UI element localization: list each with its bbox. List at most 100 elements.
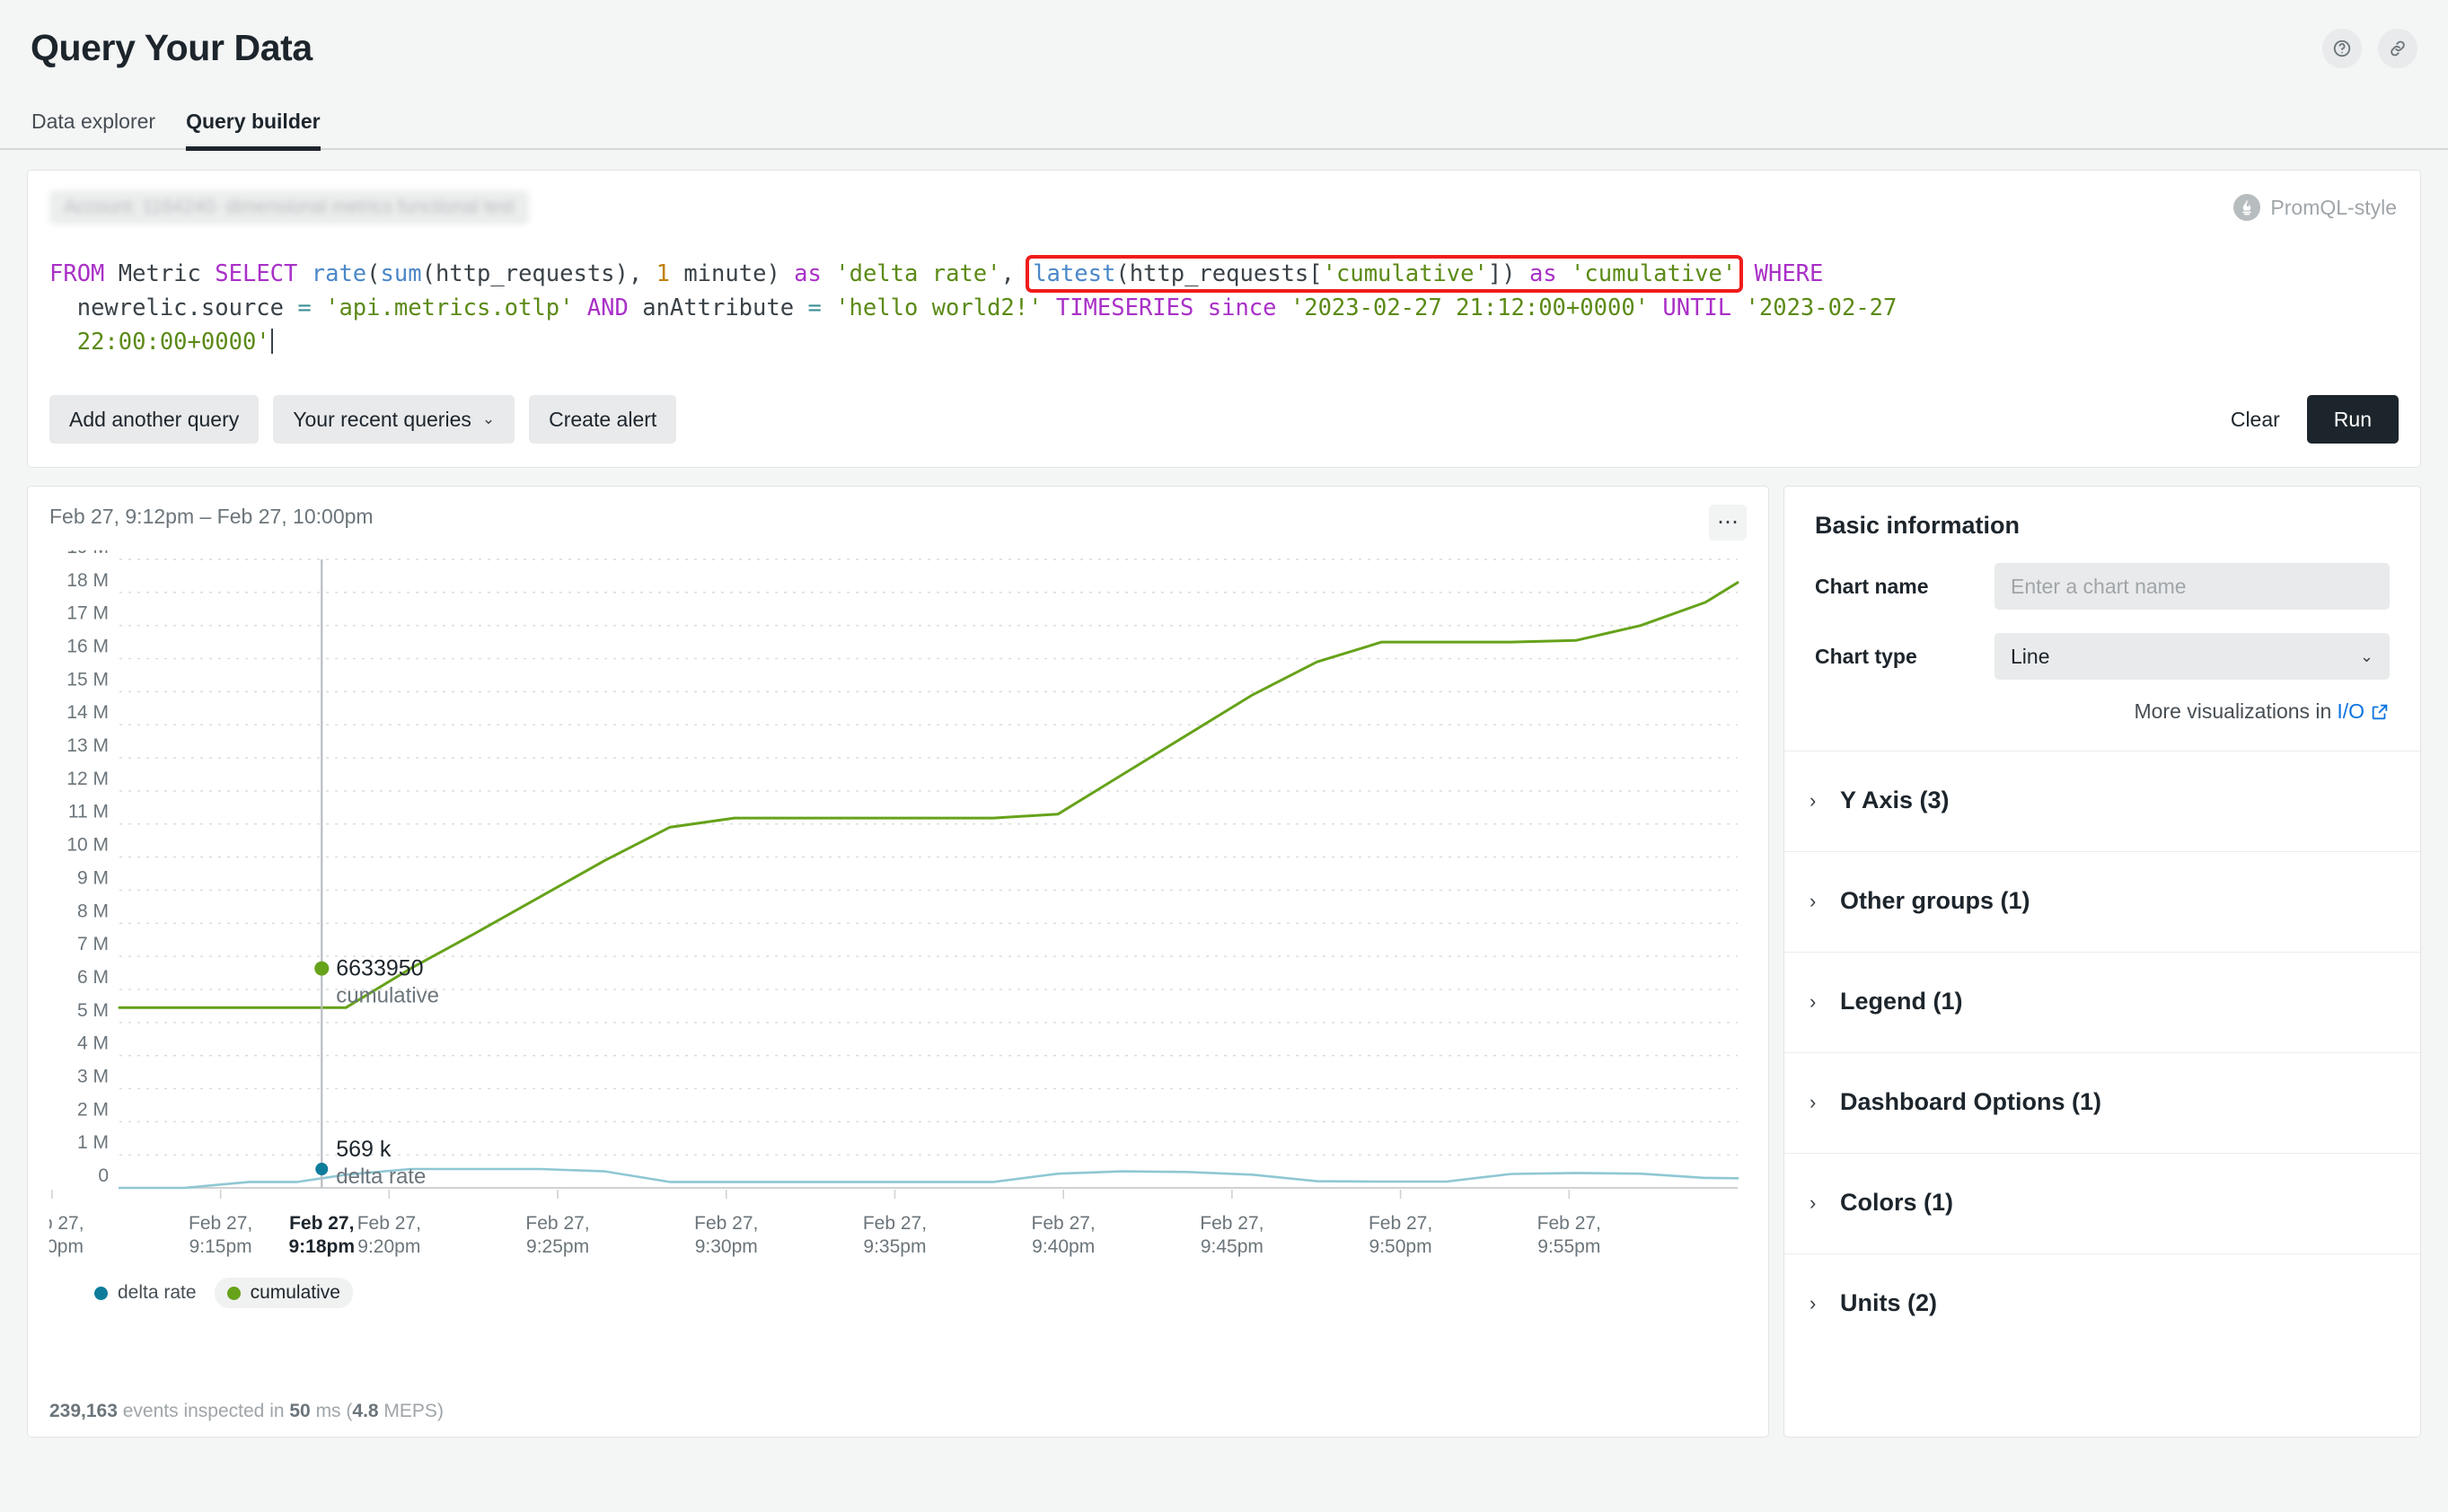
query-stats: 239,163 events inspected in 50 ms (4.8 M… <box>49 1401 444 1422</box>
chevron-right-icon: › <box>1810 1291 1817 1314</box>
recent-queries-button[interactable]: Your recent queries ⌄ <box>273 395 515 444</box>
add-another-query-button[interactable]: Add another query <box>49 395 260 444</box>
svg-text:9:10pm: 9:10pm <box>49 1236 84 1257</box>
prometheus-icon <box>2233 194 2261 221</box>
kw-and: AND <box>586 294 629 321</box>
accordion-y-axis[interactable]: › Y Axis (3) <box>1784 751 2420 851</box>
svg-text:3 M: 3 M <box>77 1066 109 1086</box>
svg-text:569 k: 569 k <box>336 1137 392 1162</box>
svg-text:14 M: 14 M <box>66 702 109 723</box>
svg-text:9:55pm: 9:55pm <box>1537 1236 1600 1257</box>
more-visualizations-row: More visualizations in I/O <box>1815 699 2390 724</box>
kw-as-1: as <box>794 260 822 287</box>
tab-query-builder[interactable]: Query builder <box>186 110 321 151</box>
nrql-query-editor[interactable]: FROM Metric SELECT rate(sum(http_request… <box>49 255 2399 359</box>
svg-text:9:25pm: 9:25pm <box>526 1236 589 1257</box>
basic-information-title: Basic information <box>1815 512 2021 539</box>
legend-label: delta rate <box>118 1282 197 1303</box>
chart-name-input[interactable] <box>1995 563 2390 610</box>
svg-text:8 M: 8 M <box>77 901 109 921</box>
recent-queries-label: Your recent queries <box>293 407 471 431</box>
accordion-label: Legend (1) <box>1840 988 1963 1015</box>
attr-anattribute: anAttribute <box>642 294 795 321</box>
account-selector[interactable]: Account: 1164240· dimensional metrics fu… <box>49 190 529 224</box>
clear-button[interactable]: Clear <box>2211 395 2300 444</box>
svg-text:9:18pm: 9:18pm <box>288 1236 355 1257</box>
chart-card: Feb 27, 9:12pm – Feb 27, 10:00pm ⋯ 0 1 M 2… <box>27 486 1769 1437</box>
tab-data-explorer[interactable]: Data explorer <box>31 110 155 151</box>
svg-text:13 M: 13 M <box>66 735 109 756</box>
value-since: '2023-02-27 21:12:00+0000' <box>1290 294 1650 321</box>
svg-text:19 M: 19 M <box>66 550 109 558</box>
chart-type-select[interactable]: Line ⌄ <box>1995 633 2390 680</box>
kw-until: UNTIL <box>1662 294 1732 321</box>
io-link[interactable]: I/O <box>2337 699 2364 724</box>
more-visualizations-text: More visualizations in <box>2134 699 2332 723</box>
accordion-legend[interactable]: › Legend (1) <box>1784 952 2420 1052</box>
kw-as-2: as <box>1528 260 1557 287</box>
svg-text:Feb 27,: Feb 27, <box>525 1213 589 1234</box>
svg-text:Feb 27,: Feb 27, <box>863 1213 927 1234</box>
alias-delta-rate: 'delta rate' <box>835 260 1001 287</box>
text-caret <box>270 329 273 354</box>
legend-item-cumulative[interactable]: cumulative <box>214 1278 353 1308</box>
svg-text:17 M: 17 M <box>66 603 109 624</box>
create-alert-label: Create alert <box>549 407 657 431</box>
svg-text:Feb 27,: Feb 27, <box>49 1213 84 1234</box>
chart-name-label: Chart name <box>1815 574 1929 598</box>
query-actions: Add another query Your recent queries ⌄ … <box>49 395 2399 444</box>
chart-plot[interactable]: 0 1 M 2 M 3 M 4 M 5 M 6 M 7 M 8 M 9 M 10 M 11 M 12 M… <box>49 550 1747 1260</box>
kw-from: FROM <box>49 260 105 287</box>
svg-text:9:35pm: 9:35pm <box>863 1236 926 1257</box>
svg-text:6 M: 6 M <box>77 967 109 988</box>
chart-svg: 0 1 M 2 M 3 M 4 M 5 M 6 M 7 M 8 M 9 M 10 M 11 M 12 M… <box>49 550 1739 1257</box>
svg-text:5 M: 5 M <box>77 1000 109 1021</box>
chart-menu-button[interactable]: ⋯ <box>1709 505 1747 541</box>
link-icon[interactable] <box>2378 29 2417 68</box>
chevron-right-icon: › <box>1810 889 1817 912</box>
page-header: Query Your Data Data explorer Query buil… <box>0 0 2448 151</box>
duration-unit: ms ( <box>310 1401 353 1421</box>
num-one: 1 <box>656 260 670 287</box>
accordion-dashboard-options[interactable]: › Dashboard Options (1) <box>1784 1052 2420 1153</box>
events-count: 239,163 <box>49 1401 118 1421</box>
chart-settings-panel: Basic information Chart name Chart type … <box>1783 486 2421 1437</box>
svg-text:4 M: 4 M <box>77 1033 109 1054</box>
kw-select: SELECT <box>215 260 298 287</box>
results-area: Feb 27, 9:12pm – Feb 27, 10:00pm ⋯ 0 1 M 2… <box>27 486 2421 1437</box>
page-title: Query Your Data <box>31 27 313 68</box>
kw-since: since <box>1207 294 1277 321</box>
metric-http-requests-2: http_requests <box>1129 260 1309 287</box>
value-api-metrics-otlp: 'api.metrics.otlp' <box>325 294 574 321</box>
highlighted-latest-expression: latest(http_requests['cumulative']) as '… <box>1026 255 1744 293</box>
accordion-units[interactable]: › Units (2) <box>1784 1253 2420 1354</box>
promql-style-label: PromQL-style <box>2270 195 2397 219</box>
accordion-other-groups[interactable]: › Other groups (1) <box>1784 851 2420 952</box>
svg-text:9:45pm: 9:45pm <box>1201 1236 1264 1257</box>
accordion-label: Other groups (1) <box>1840 887 2030 914</box>
svg-text:18 M: 18 M <box>66 570 109 591</box>
svg-text:7 M: 7 M <box>77 934 109 954</box>
chevron-right-icon: › <box>1810 788 1817 812</box>
external-link-icon[interactable] <box>2370 702 2390 722</box>
fn-sum: sum <box>380 260 422 287</box>
svg-text:Feb 27,: Feb 27, <box>1200 1213 1264 1234</box>
run-button[interactable]: Run <box>2306 395 2399 444</box>
chart-type-value: Line <box>2011 644 2050 668</box>
accordion-label: Units (2) <box>1840 1289 1937 1316</box>
legend-item-delta-rate[interactable]: delta rate <box>82 1278 209 1308</box>
svg-text:cumulative: cumulative <box>336 984 439 1008</box>
promql-style-toggle[interactable]: PromQL-style <box>2233 194 2397 221</box>
svg-text:Feb 27,: Feb 27, <box>1032 1213 1096 1234</box>
accordion-colors[interactable]: › Colors (1) <box>1784 1153 2420 1253</box>
query-card: Account: 1164240· dimensional metrics fu… <box>27 170 2421 468</box>
help-icon[interactable] <box>2322 29 2362 68</box>
kw-timeseries: TIMESERIES <box>1055 294 1194 321</box>
operator-eq-1: = <box>297 294 312 321</box>
create-alert-button[interactable]: Create alert <box>529 395 677 444</box>
svg-text:10 M: 10 M <box>66 835 109 856</box>
svg-text:16 M: 16 M <box>66 637 109 657</box>
value-hello-world2: 'hello world2!' <box>835 294 1043 321</box>
chevron-right-icon: › <box>1810 989 1817 1013</box>
fn-rate: rate <box>311 260 367 287</box>
